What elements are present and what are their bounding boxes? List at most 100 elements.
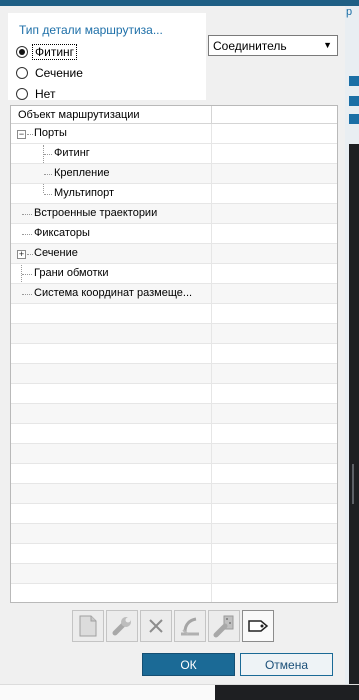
- radio-none-dot[interactable]: [16, 87, 28, 100]
- delete-icon: [149, 619, 163, 633]
- tree-item-clamps: Фиксаторы: [34, 227, 90, 239]
- empty-row: [11, 564, 337, 584]
- tree-connector: [22, 294, 32, 295]
- edit-wrench-button[interactable]: [106, 610, 138, 642]
- tree-cell: − Порты: [11, 124, 212, 143]
- tree-cell: Мультипорт: [11, 184, 212, 203]
- tree-cell: [11, 504, 212, 523]
- tree-header: Объект маршрутизации: [11, 106, 337, 124]
- tree-cell: [11, 404, 212, 423]
- empty-row: [11, 464, 337, 484]
- tag-button[interactable]: [242, 610, 274, 642]
- expand-icon[interactable]: +: [17, 250, 26, 259]
- empty-row: [11, 324, 337, 344]
- tree-connector: [22, 214, 32, 215]
- empty-row: [11, 444, 337, 464]
- tree-toolbar: [72, 610, 276, 642]
- radio-fitting-label: Фитинг: [31, 43, 78, 60]
- tree-header-column[interactable]: Объект маршрутизации: [11, 106, 212, 123]
- empty-row: [11, 304, 337, 324]
- tree-cell: [11, 364, 212, 383]
- radio-fitting-dot[interactable]: [16, 45, 28, 58]
- tree-cell: [11, 564, 212, 583]
- tree-cell: Фитинг: [11, 144, 212, 163]
- routing-object-tree[interactable]: Объект маршрутизации − Порты Фитинг Креп…: [10, 105, 338, 603]
- tree-cell: [11, 304, 212, 323]
- parent-window-marker: [349, 76, 359, 86]
- tree-cell: [11, 464, 212, 483]
- empty-row: [11, 344, 337, 364]
- tree-cell: Встроенные траектории: [11, 204, 212, 223]
- ok-button[interactable]: ОК: [142, 653, 235, 676]
- tree-row[interactable]: − Порты: [11, 124, 337, 144]
- component-button[interactable]: [208, 610, 240, 642]
- tag-icon: [248, 620, 269, 632]
- tree-cell: [11, 524, 212, 543]
- radio-section-dot[interactable]: [16, 66, 28, 79]
- tree-row[interactable]: Встроенные траектории: [11, 204, 337, 224]
- tree-cell: Грани обмотки: [11, 264, 212, 283]
- tree-connector: [22, 274, 32, 275]
- empty-row: [11, 484, 337, 504]
- empty-row: [11, 364, 337, 384]
- parent-window-marker: [349, 114, 359, 124]
- tree-cell: [11, 424, 212, 443]
- route-button[interactable]: [174, 610, 206, 642]
- cancel-button[interactable]: Отмена: [240, 653, 333, 676]
- tree-cell: [11, 584, 212, 602]
- tree-item-fitting: Фитинг: [54, 147, 90, 159]
- tree-cell: [11, 384, 212, 403]
- tree-row[interactable]: Фиксаторы: [11, 224, 337, 244]
- tree-item-mount: Крепление: [54, 167, 110, 179]
- tree-item-section: Сечение: [34, 247, 78, 259]
- connector-type-dropdown[interactable]: Соединитель ▼: [208, 35, 338, 56]
- tree-item-wrap-faces: Грани обмотки: [34, 267, 109, 279]
- tree-connector: [27, 254, 33, 255]
- empty-row: [11, 404, 337, 424]
- tree-header-label: Объект маршрутизации: [18, 109, 140, 121]
- tree-row[interactable]: Мультипорт: [11, 184, 337, 204]
- tree-cell: Фиксаторы: [11, 224, 212, 243]
- radio-section-label: Сечение: [35, 65, 83, 80]
- empty-row: [11, 504, 337, 524]
- tree-cell: [11, 344, 212, 363]
- part-type-title: Тип детали маршрутиза...: [19, 23, 163, 37]
- tree-connector: [44, 174, 52, 175]
- tree-cell: [11, 324, 212, 343]
- tree-item-ports: Порты: [34, 127, 67, 139]
- parent-window-edge: [343, 6, 359, 700]
- tree-cell: [11, 544, 212, 563]
- tree-row[interactable]: Система координат размеще...: [11, 284, 337, 304]
- parent-window-bottom: [0, 684, 359, 700]
- tree-item-placement-csys: Система координат размеще...: [34, 287, 193, 299]
- empty-row: [11, 524, 337, 544]
- tree-cell: [11, 484, 212, 503]
- collapse-icon[interactable]: −: [17, 130, 26, 139]
- wrench-icon: [112, 617, 131, 636]
- component-icon: [213, 615, 234, 638]
- tree-row[interactable]: + Сечение: [11, 244, 337, 264]
- tree-row[interactable]: Крепление: [11, 164, 337, 184]
- radio-none[interactable]: Нет: [16, 85, 57, 102]
- connector-type-value: Соединитель: [213, 39, 287, 53]
- tree-item-multiport: Мультипорт: [54, 187, 115, 199]
- tree-connector: [44, 194, 52, 195]
- radio-section[interactable]: Сечение: [16, 64, 85, 81]
- parent-window-text: р: [346, 6, 353, 18]
- parent-window-marker: [349, 96, 359, 106]
- new-document-button[interactable]: [72, 610, 104, 642]
- empty-row: [11, 384, 337, 404]
- tree-cell: Крепление: [11, 164, 212, 183]
- radio-fitting[interactable]: Фитинг: [16, 43, 78, 60]
- tree-row[interactable]: Грани обмотки: [11, 264, 337, 284]
- tree-row[interactable]: Фитинг: [11, 144, 337, 164]
- new-document-icon: [79, 615, 97, 637]
- chevron-down-icon[interactable]: ▼: [323, 40, 332, 50]
- delete-button[interactable]: [140, 610, 172, 642]
- tree-cell: Система координат размеще...: [11, 284, 212, 303]
- parent-window-viewport: [349, 144, 359, 684]
- tree-connector: [27, 134, 33, 135]
- parent-window-viewport: [215, 685, 359, 700]
- radio-none-label: Нет: [35, 86, 56, 101]
- tree-cell: [11, 444, 212, 463]
